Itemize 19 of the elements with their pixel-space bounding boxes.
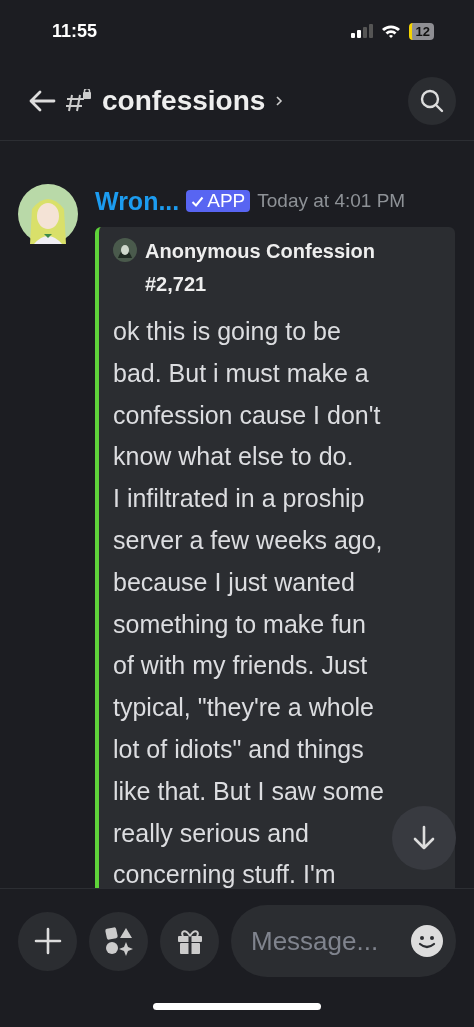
- shapes-icon: [102, 925, 135, 957]
- wifi-icon: [380, 24, 401, 38]
- plus-icon: [32, 926, 63, 956]
- emoji-icon[interactable]: [410, 924, 444, 958]
- status-time: 11:55: [52, 20, 98, 42]
- back-arrow-icon[interactable]: [28, 89, 56, 113]
- embed-text: ok this is going to be bad. But i must make a confession cause I don't know what else to do. I infiltrated in a proship server a few weeks ago, because I just wanted something to make fun of with my friends. Just typical, "they're a whole lot of idiots" and things like that. But I saw some really serious and concerning stuff. I'm: [113, 316, 384, 888]
- channel-name[interactable]: confessions: [102, 85, 266, 117]
- battery-indicator: 12: [408, 22, 434, 40]
- search-button[interactable]: [408, 77, 456, 125]
- embed-title: Anonymous Confession #2,721: [145, 239, 376, 297]
- search-icon: [419, 88, 445, 114]
- author-name[interactable]: Wron...: [95, 186, 180, 216]
- message-field[interactable]: Message...: [231, 905, 456, 977]
- timestamp: Today at 4:01 PM: [257, 190, 406, 212]
- chevron-icon[interactable]: [275, 95, 284, 107]
- signal-icon: [350, 24, 373, 38]
- locked-channel-icon: [66, 89, 92, 113]
- app-badge: APP: [186, 190, 251, 212]
